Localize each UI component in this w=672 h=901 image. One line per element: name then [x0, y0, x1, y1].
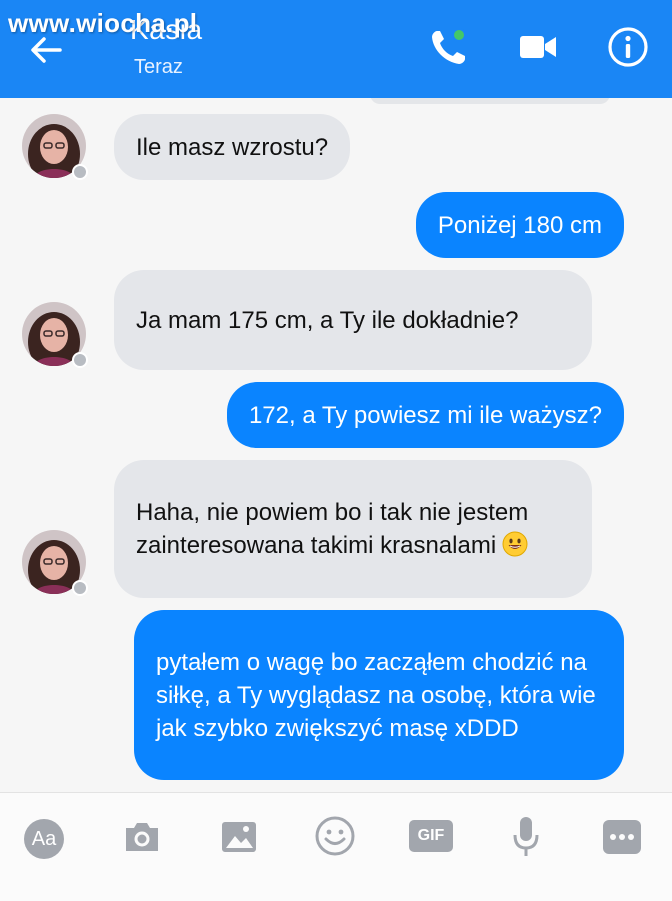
message-thread[interactable]: Ile masz wzrostu? Poniżej 180 cm Ja mam … — [0, 98, 672, 792]
watermark: www.wiocha.pl — [8, 8, 198, 38]
emoji-icon[interactable] — [314, 815, 356, 857]
previous-message-edge — [370, 98, 610, 104]
message-bubble-outgoing[interactable]: 172, a Ty powiesz mi ile ważysz? — [226, 382, 624, 448]
more-icon[interactable] — [602, 819, 642, 855]
microphone-icon[interactable] — [512, 815, 540, 859]
grinning-face-icon — [502, 531, 528, 557]
gif-button-label: GIF — [417, 827, 445, 844]
message-bubble-incoming[interactable]: Ile masz wzrostu? — [114, 114, 351, 180]
avatar[interactable] — [22, 302, 88, 368]
video-camera-icon[interactable] — [518, 32, 558, 62]
message-bubble-outgoing[interactable]: Poniżej 180 cm — [415, 192, 624, 258]
info-icon[interactable] — [607, 26, 649, 68]
message-bubble-incoming[interactable]: Haha, nie powiem bo i tak nie jestem zai… — [114, 460, 592, 598]
composer-toolbar: Aa GIF — [0, 792, 672, 901]
avatar[interactable] — [22, 114, 88, 180]
presence-status: Teraz — [134, 56, 183, 78]
image-icon[interactable] — [220, 819, 258, 855]
camera-icon[interactable] — [122, 819, 162, 855]
message-bubble-incoming[interactable]: Ja mam 175 cm, a Ty ile dokładnie? — [114, 270, 592, 370]
phone-call-icon[interactable] — [428, 26, 470, 68]
message-bubble-outgoing[interactable]: pytałem o wagę bo zacząłem chodzić na si… — [134, 610, 624, 780]
font-button-label: Aa — [31, 828, 57, 850]
message-text: Haha, nie powiem bo i tak nie jestem zai… — [136, 499, 529, 559]
avatar[interactable] — [22, 530, 88, 596]
